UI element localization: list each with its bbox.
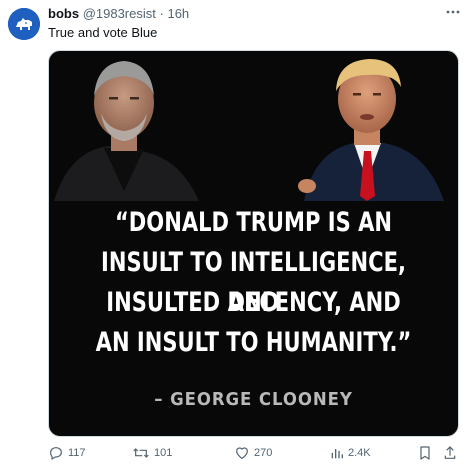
reply-icon bbox=[50, 447, 62, 460]
reply-count: 117 bbox=[68, 447, 86, 459]
view-count: 2.4K bbox=[348, 447, 371, 459]
quote-line: INSULTED DECENCY, AND bbox=[106, 287, 401, 318]
like-button[interactable]: 270 bbox=[234, 444, 272, 462]
quote-line: “DONALD TRUMP IS AN bbox=[114, 207, 393, 238]
repost-count: 101 bbox=[154, 447, 173, 459]
tweet-image[interactable]: “DONALD TRUMP IS AN INSULT TO INTELLIGEN… bbox=[48, 50, 459, 437]
quote-line: AN INSULT TO HUMANITY.” bbox=[95, 327, 412, 358]
share-icon bbox=[444, 446, 456, 459]
views-icon bbox=[331, 449, 343, 459]
tweet-header: bobs @1983resist · 16h bbox=[48, 5, 189, 22]
donkey-logo-icon bbox=[8, 8, 40, 40]
action-bar: 117 101 270 2.4K bbox=[48, 444, 459, 464]
like-count: 270 bbox=[254, 447, 273, 459]
timestamp[interactable]: 16h bbox=[167, 6, 189, 21]
repost-button[interactable]: 101 bbox=[132, 444, 172, 462]
share-button[interactable] bbox=[443, 444, 457, 462]
quote-attribution: – GEORGE CLOONEY bbox=[154, 389, 353, 410]
reply-button[interactable]: 117 bbox=[48, 444, 86, 462]
bookmark-icon bbox=[420, 446, 430, 460]
author-handle[interactable]: @1983resist bbox=[83, 6, 156, 21]
repost-icon bbox=[133, 448, 149, 458]
author-name[interactable]: bobs bbox=[48, 6, 79, 21]
separator: · bbox=[159, 6, 164, 21]
views-button[interactable]: 2.4K bbox=[330, 444, 371, 462]
bookmark-button[interactable] bbox=[418, 444, 432, 462]
more-icon[interactable] bbox=[445, 5, 461, 21]
like-icon bbox=[236, 447, 248, 459]
tweet-text: True and vote Blue bbox=[48, 25, 158, 40]
avatar[interactable] bbox=[8, 8, 40, 40]
tweet[interactable]: bobs @1983resist · 16h True and vote Blu… bbox=[0, 0, 473, 469]
